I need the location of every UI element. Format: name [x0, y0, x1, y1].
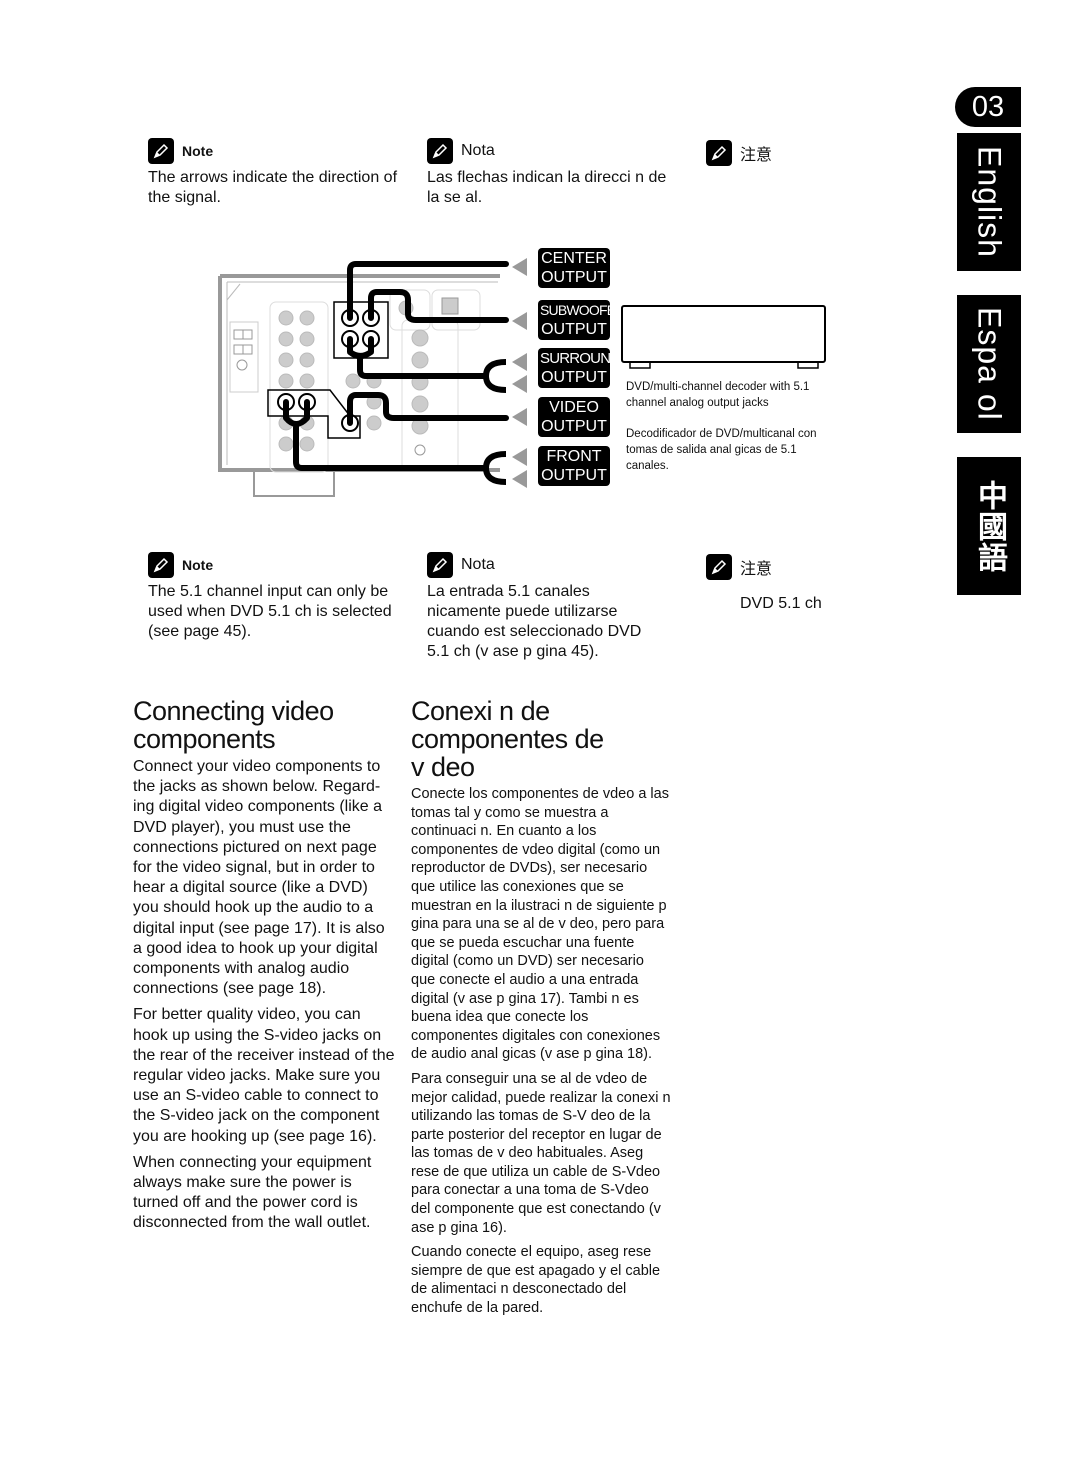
label-line2: OUTPUT	[541, 369, 607, 386]
pencil-icon	[148, 552, 174, 578]
section-spanish: Conexi n de componentes de v deo Conecte…	[411, 697, 671, 1324]
arrow-icon	[512, 470, 527, 488]
note-title: Note	[182, 143, 214, 159]
pencil-icon	[148, 138, 174, 164]
note-bottom-en: Note The 5.1 channel input can only be u…	[148, 552, 398, 642]
pencil-icon	[706, 554, 732, 580]
paragraph: When connecting your equipment always ma…	[133, 1153, 372, 1232]
note-text: Las flechas indican la direcci n de la s…	[427, 169, 667, 206]
arrow-icon	[512, 312, 527, 330]
pencil-icon	[427, 138, 453, 164]
arrow-icon	[512, 353, 527, 371]
note-title: 注意	[740, 561, 773, 578]
note-text: The 5.1 channel input can only be used w…	[148, 583, 392, 640]
arrow-icon	[512, 258, 527, 276]
arrow-icon	[512, 408, 527, 426]
tab-chinese[interactable]: 中國語	[957, 457, 1021, 595]
note-top-es: Nota Las flechas indican la direcci n de…	[427, 138, 667, 208]
note-title: Nota	[461, 142, 495, 159]
device-caption-es: Decodificador de DVD/multicanal con toma…	[626, 428, 817, 472]
receiver-rear-panel	[218, 261, 509, 497]
label-center-output: CENTER OUTPUT	[538, 248, 610, 288]
section-heading: Connecting video components	[133, 696, 334, 754]
paragraph: Conecte los componentes de vdeo a las to…	[411, 786, 669, 1063]
pencil-icon	[427, 552, 453, 578]
label-subwoofer-output: SUBWOOFER OUTPUT	[538, 300, 625, 340]
note-bottom-es: Nota La entrada 5.1 canales nicamente pu…	[427, 552, 662, 662]
tab-english[interactable]: English	[957, 133, 1021, 271]
note-text: DVD 5.1 ch	[740, 595, 822, 612]
section-heading: Conexi n de componentes de v deo	[411, 696, 604, 782]
note-top-zh: 注意	[706, 140, 856, 166]
note-bottom-zh: 注意 DVD 5.1 ch	[706, 554, 866, 614]
label-line2: OUTPUT	[541, 269, 607, 286]
tab-espanol[interactable]: Espa ol	[957, 295, 1021, 433]
chapter-number: 03	[955, 87, 1021, 127]
label-line1: CENTER	[541, 250, 607, 267]
label-surround-output: SURROUND OUTPUT	[538, 348, 621, 388]
paragraph: Para conseguir una se al de vdeo de mejo…	[411, 1070, 671, 1236]
label-line1: FRONT	[546, 448, 602, 465]
label-line1: SURROUND	[540, 350, 621, 367]
tab-english-label: English	[971, 146, 1008, 258]
note-text: The arrows indicate the direction of the…	[148, 169, 398, 206]
paragraph: For better quality video, you can hook u…	[133, 1006, 395, 1145]
note-title: Note	[182, 557, 214, 573]
label-video-output: VIDEO OUTPUT	[538, 397, 610, 437]
paragraph: Cuando conecte el equipo, aseg rese siem…	[411, 1244, 661, 1317]
label-line2: OUTPUT	[541, 321, 607, 338]
arrow-icon	[512, 448, 527, 466]
label-line2: OUTPUT	[541, 467, 607, 484]
tab-espanol-label: Espa ol	[971, 307, 1008, 421]
note-top-en: Note The arrows indicate the direction o…	[148, 138, 408, 208]
device-caption-en: DVD/multi-channel decoder with 5.1 chann…	[626, 381, 810, 409]
dvd-decoder-illustration	[621, 305, 826, 369]
label-line2: OUTPUT	[541, 418, 607, 435]
paragraph: Connect your video components to the jac…	[133, 758, 385, 998]
label-line1: SUBWOOFER	[540, 302, 625, 318]
note-title: 注意	[740, 147, 773, 164]
tab-chinese-label: 中國語	[973, 479, 1006, 573]
pencil-icon	[706, 140, 732, 166]
label-front-output: FRONT OUTPUT	[538, 446, 610, 486]
section-english: Connecting video components Connect your…	[133, 697, 395, 1240]
note-text: La entrada 5.1 canales nicamente puede u…	[427, 583, 642, 660]
arrow-icon	[512, 375, 527, 393]
label-line1: VIDEO	[549, 399, 599, 416]
note-title: Nota	[461, 556, 495, 573]
